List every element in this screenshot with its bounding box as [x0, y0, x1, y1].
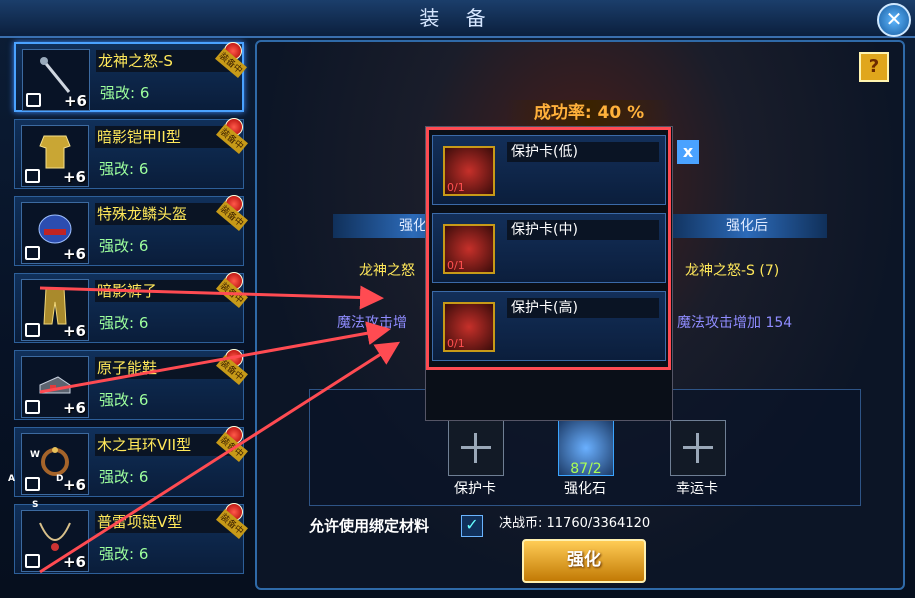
annotation-arrows: [39, 285, 401, 574]
key-hint-s: S: [32, 500, 39, 510]
key-hint-w: W: [30, 450, 40, 460]
equipment-window: 装 备 ✕ +6 龙神之怒-S 强改: 6 装备中 +6 暗影铠甲II型 强改:…: [0, 0, 915, 598]
key-hint-d: D: [56, 474, 64, 484]
key-hint-a: A: [8, 474, 15, 484]
